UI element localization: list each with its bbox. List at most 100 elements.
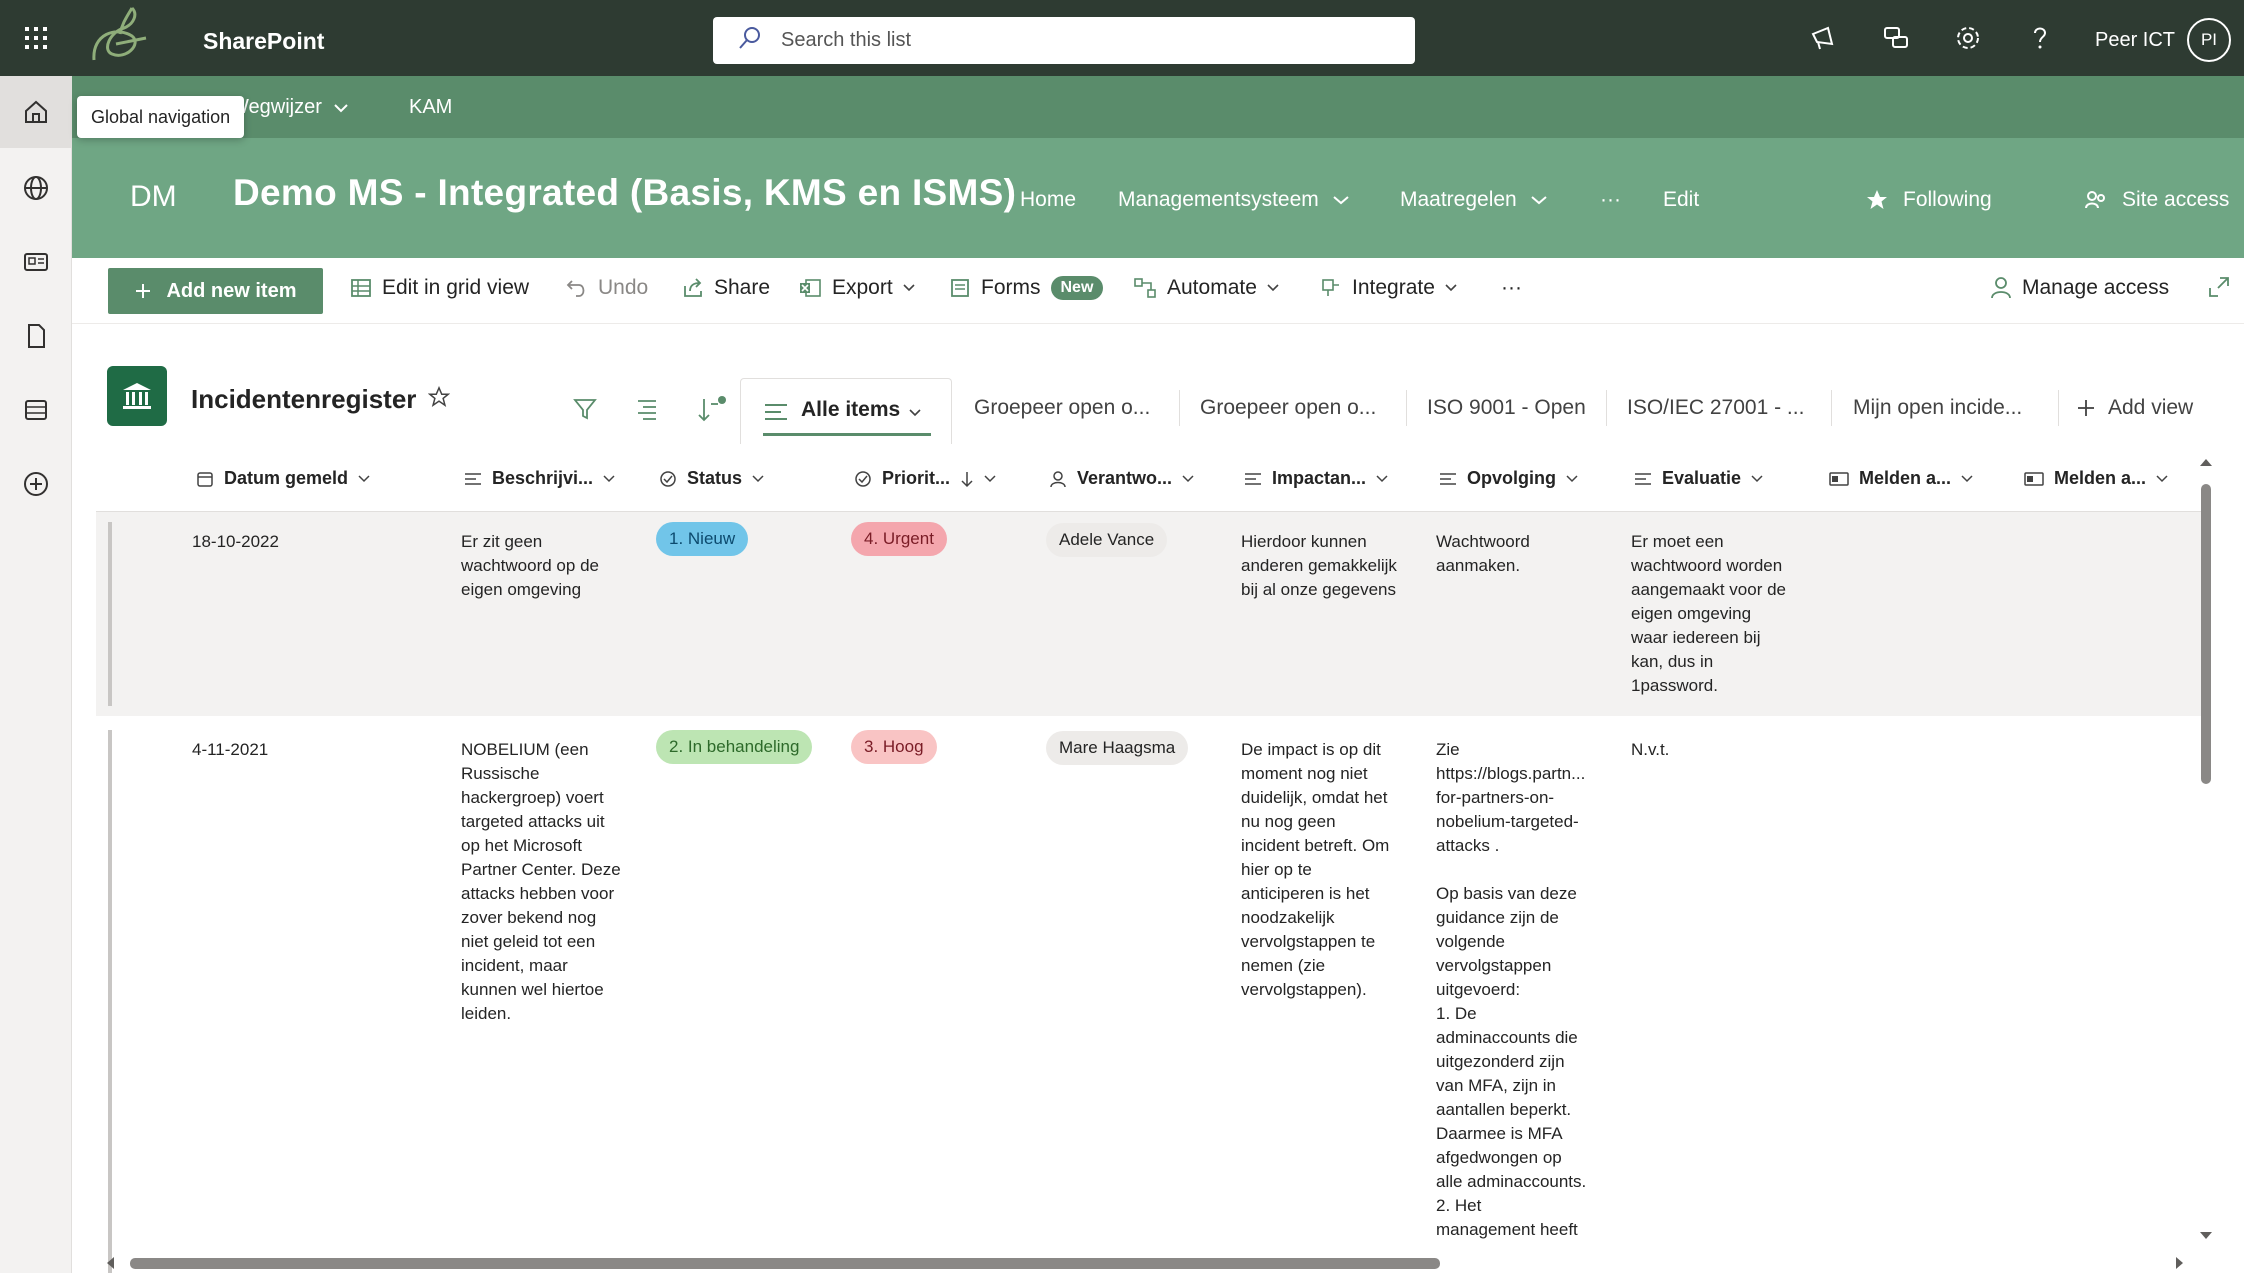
column-header-status[interactable]: Status bbox=[659, 468, 764, 489]
search-box[interactable]: Search this list bbox=[713, 17, 1415, 64]
site-nav-label: Home bbox=[1020, 188, 1077, 211]
status-badge: 2. In behandeling bbox=[656, 730, 813, 764]
text-field-icon bbox=[1635, 472, 1651, 485]
column-header-melden-a-2[interactable]: Melden a... bbox=[2024, 468, 2168, 489]
group-by-icon[interactable] bbox=[634, 396, 660, 427]
user-name[interactable]: Peer ICT bbox=[2095, 29, 2175, 52]
person-pill[interactable]: Mare Haagsma bbox=[1046, 731, 1189, 765]
filter-icon[interactable] bbox=[572, 396, 598, 427]
settings-icon[interactable] bbox=[1952, 22, 1984, 54]
column-header-label: Priorit... bbox=[882, 468, 951, 488]
avatar[interactable]: PI bbox=[2187, 18, 2231, 62]
list-title[interactable]: Incidentenregister bbox=[191, 384, 416, 415]
column-header-row: Datum gemeld Beschrijvi... Status Priori… bbox=[96, 446, 2206, 512]
horizontal-scrollbar[interactable] bbox=[100, 1252, 2190, 1270]
help-icon[interactable] bbox=[2024, 22, 2056, 54]
chevron-down-icon bbox=[2156, 474, 2168, 482]
manage-access-button[interactable]: Manage access bbox=[1990, 276, 2169, 300]
view-tab[interactable]: ISO/IEC 27001 - ... bbox=[1627, 396, 1804, 420]
organization-logo[interactable] bbox=[86, 4, 156, 72]
tab-divider bbox=[2058, 390, 2059, 426]
following-label: Following bbox=[1903, 188, 1992, 211]
following-button[interactable]: Following bbox=[1865, 188, 1992, 212]
site-logo[interactable]: DM bbox=[130, 180, 177, 214]
undo-label: Undo bbox=[598, 276, 649, 299]
site-nav-more[interactable]: ··· bbox=[1600, 188, 1621, 212]
site-title[interactable]: Demo MS - Integrated (Basis, KMS en ISMS… bbox=[233, 172, 1016, 214]
vertical-scrollbar[interactable] bbox=[2196, 454, 2214, 1244]
list-icon[interactable] bbox=[0, 374, 72, 446]
column-header-prioriteit[interactable]: Priorit... bbox=[854, 468, 996, 489]
table-row[interactable]: 18-10-2022 Er zit geen wachtwoord op de … bbox=[96, 512, 2206, 716]
expand-icon[interactable] bbox=[2208, 276, 2230, 298]
chevron-down-icon bbox=[1445, 284, 1457, 292]
share-button[interactable]: Share bbox=[682, 276, 770, 300]
scroll-left-arrow-icon[interactable] bbox=[104, 1256, 116, 1270]
more-commands-button[interactable]: ··· bbox=[1501, 276, 1522, 300]
integrate-button[interactable]: Integrate bbox=[1320, 276, 1457, 300]
person-icon bbox=[1050, 470, 1066, 487]
table-row[interactable]: 4-11-2021 NOBELIUM (een Russische hacker… bbox=[96, 720, 2206, 1273]
sort-icon[interactable] bbox=[696, 396, 726, 429]
app-brand[interactable]: SharePoint bbox=[203, 28, 324, 55]
cell-impact: Hierdoor kunnen anderen gemakkelijk bij … bbox=[1241, 532, 1397, 599]
automate-button[interactable]: Automate bbox=[1133, 276, 1279, 300]
automate-label: Automate bbox=[1167, 276, 1257, 299]
suite-bar: SharePoint Search this list Peer ICT PI bbox=[0, 0, 2244, 76]
hub-item-wegwijzer[interactable]: Wegwijzer bbox=[230, 96, 348, 119]
column-header-label: Beschrijvi... bbox=[492, 468, 594, 488]
column-header-opvolging[interactable]: Opvolging bbox=[1439, 468, 1578, 489]
choice-icon bbox=[855, 470, 871, 487]
site-nav-label: Maatregelen bbox=[1400, 188, 1517, 211]
view-tab[interactable]: ISO 9001 - Open bbox=[1427, 396, 1586, 420]
export-button[interactable]: Export bbox=[798, 276, 915, 300]
column-header-datum-gemeld[interactable]: Datum gemeld bbox=[196, 468, 370, 489]
view-tab[interactable]: Mijn open incide... bbox=[1853, 396, 2022, 420]
megaphone-icon[interactable] bbox=[1808, 22, 1840, 54]
site-nav-edit[interactable]: Edit bbox=[1663, 188, 1699, 212]
scroll-up-arrow-icon[interactable] bbox=[2199, 456, 2213, 468]
home-icon[interactable] bbox=[0, 76, 72, 148]
site-nav-maatregelen[interactable]: Maatregelen bbox=[1400, 188, 1547, 212]
app-launcher-icon[interactable] bbox=[0, 0, 72, 76]
create-icon[interactable] bbox=[0, 448, 72, 520]
add-new-item-button[interactable]: Add new item bbox=[108, 268, 323, 314]
cell-opvolging: Zie https://blogs.partn... for-partners-… bbox=[1436, 740, 1587, 1239]
view-tab[interactable]: Groepeer open o... bbox=[974, 396, 1150, 420]
column-header-evaluatie[interactable]: Evaluatie bbox=[1634, 468, 1763, 489]
news-icon[interactable] bbox=[0, 226, 72, 298]
scroll-down-arrow-icon[interactable] bbox=[2199, 1230, 2213, 1242]
favorite-star-icon[interactable] bbox=[427, 385, 451, 413]
cell-beschrijving: Er zit geen wachtwoord op de eigen omgev… bbox=[461, 532, 599, 599]
yes-no-icon bbox=[1829, 471, 1849, 486]
add-view-button[interactable]: Add view bbox=[2076, 396, 2193, 420]
site-nav-managementsysteem[interactable]: Managementsysteem bbox=[1118, 188, 1349, 212]
status-badge: 1. Nieuw bbox=[656, 522, 749, 556]
undo-button[interactable]: Undo bbox=[566, 276, 648, 300]
horizontal-scroll-thumb[interactable] bbox=[130, 1258, 1440, 1269]
scroll-right-arrow-icon[interactable] bbox=[2174, 1256, 2186, 1270]
document-icon[interactable] bbox=[0, 300, 72, 372]
export-label: Export bbox=[832, 276, 893, 299]
list-view-icon bbox=[765, 404, 787, 420]
hub-item-label: KAM bbox=[409, 96, 453, 118]
hub-item-kam[interactable]: KAM bbox=[409, 96, 452, 119]
cell-datum: 4-11-2021 bbox=[192, 740, 269, 759]
column-header-verantwoordelijke[interactable]: Verantwo... bbox=[1049, 468, 1194, 489]
chat-icon[interactable] bbox=[1880, 22, 1912, 54]
vertical-scroll-thumb[interactable] bbox=[2201, 484, 2211, 784]
site-nav-home[interactable]: Home bbox=[1020, 188, 1076, 212]
globe-icon[interactable] bbox=[0, 152, 72, 224]
forms-button[interactable]: Forms New bbox=[949, 276, 1104, 300]
edit-grid-view-button[interactable]: Edit in grid view bbox=[350, 276, 529, 300]
column-header-impact[interactable]: Impactan... bbox=[1244, 468, 1388, 489]
view-tab-alle-items[interactable]: Alle items bbox=[740, 378, 952, 444]
person-pill[interactable]: Adele Vance bbox=[1046, 523, 1168, 557]
tab-divider bbox=[1831, 390, 1832, 426]
view-tab[interactable]: Groepeer open o... bbox=[1200, 396, 1376, 420]
site-header: DM Demo MS - Integrated (Basis, KMS en I… bbox=[72, 138, 2244, 258]
column-header-melden-a-1[interactable]: Melden a... bbox=[1829, 468, 1973, 489]
column-header-beschrijving[interactable]: Beschrijvi... bbox=[464, 468, 615, 489]
search-input[interactable]: Search this list bbox=[781, 29, 911, 52]
site-access-button[interactable]: Site access bbox=[2084, 188, 2229, 212]
